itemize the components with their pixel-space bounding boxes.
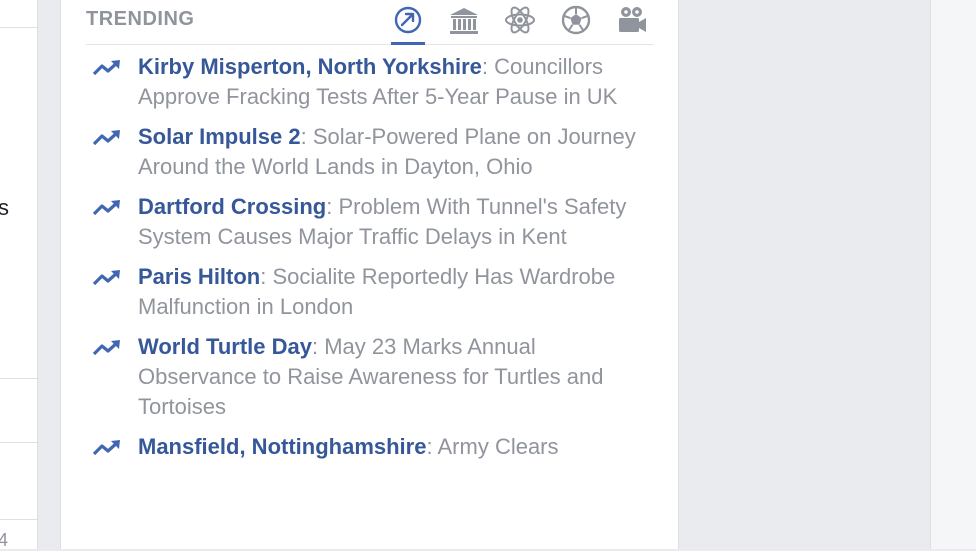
trending-list: Kirby Misperton, North Yorkshire: Counci… bbox=[61, 52, 678, 472]
trending-header: TRENDING bbox=[86, 0, 654, 45]
trending-colon: : bbox=[426, 434, 438, 459]
divider bbox=[0, 378, 37, 379]
trending-arrow-icon bbox=[91, 267, 123, 289]
trending-arrow-icon bbox=[91, 337, 123, 359]
trending-colon: : bbox=[311, 334, 325, 359]
tab-politics[interactable] bbox=[447, 3, 481, 37]
divider bbox=[0, 519, 37, 520]
politics-icon bbox=[450, 8, 478, 34]
trending-topic-link[interactable]: Paris Hilton bbox=[138, 264, 260, 289]
sports-icon bbox=[561, 5, 591, 35]
trending-icon bbox=[394, 6, 422, 34]
trending-arrow-icon bbox=[91, 437, 123, 459]
tab-science[interactable] bbox=[503, 3, 537, 37]
trending-item[interactable]: Dartford Crossing: Problem With Tunnel's… bbox=[61, 192, 678, 252]
tab-top-trends[interactable] bbox=[391, 3, 425, 45]
trending-colon: : bbox=[481, 54, 495, 79]
science-icon bbox=[505, 6, 535, 34]
trending-topic-link[interactable]: Solar Impulse 2 bbox=[138, 124, 301, 149]
trending-colon: : bbox=[326, 194, 339, 219]
trending-arrow-icon bbox=[91, 57, 123, 79]
trending-title: TRENDING bbox=[86, 8, 195, 30]
trending-arrow-icon bbox=[91, 127, 123, 149]
trending-item[interactable]: Mansfield, Nottinghamshire: Army Clears bbox=[61, 432, 678, 462]
trending-item[interactable]: Solar Impulse 2: Solar-Powered Plane on … bbox=[61, 122, 678, 182]
trending-topic-link[interactable]: Mansfield, Nottinghamshire bbox=[138, 434, 426, 459]
left-text-fragment: s bbox=[0, 195, 9, 220]
left-column: s 4 bbox=[0, 0, 38, 550]
left-text-fragment: 4 bbox=[0, 530, 9, 550]
trending-headline: Army Clears bbox=[437, 434, 559, 459]
trending-colon: : bbox=[300, 124, 313, 149]
right-gutter bbox=[930, 0, 976, 549]
trending-panel: TRENDING Kirby Misperton, North Yorkshir… bbox=[60, 0, 679, 549]
divider bbox=[0, 442, 37, 443]
trending-item[interactable]: World Turtle Day: May 23 Marks Annual Ob… bbox=[61, 332, 678, 422]
tab-sports[interactable] bbox=[559, 3, 593, 37]
trending-item[interactable]: Kirby Misperton, North Yorkshire: Counci… bbox=[61, 52, 678, 112]
trending-arrow-icon bbox=[91, 197, 123, 219]
trending-item[interactable]: Paris Hilton: Socialite Reportedly Has W… bbox=[61, 262, 678, 322]
entertainment-icon bbox=[619, 7, 646, 32]
divider bbox=[0, 27, 37, 28]
trending-topic-link[interactable]: Kirby Misperton, North Yorkshire bbox=[138, 54, 482, 79]
trending-topic-link[interactable]: World Turtle Day bbox=[138, 334, 312, 359]
tab-entertainment[interactable] bbox=[615, 3, 649, 37]
trending-colon: : bbox=[260, 264, 273, 289]
trending-topic-link[interactable]: Dartford Crossing bbox=[138, 194, 326, 219]
